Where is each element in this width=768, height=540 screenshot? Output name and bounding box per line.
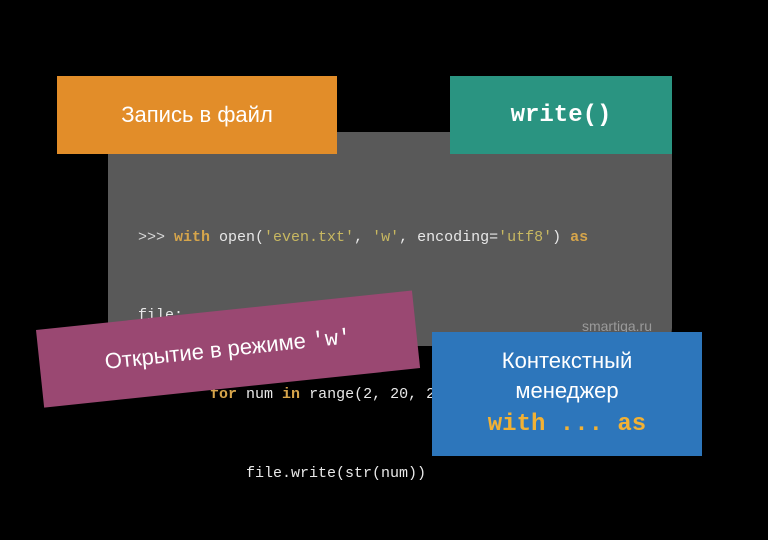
tok-write: file.write(str(num)) xyxy=(246,465,426,482)
arg-mode: 'w' xyxy=(372,229,399,246)
code-line-1: >>> with open('even.txt', 'w', encoding=… xyxy=(138,225,642,251)
tok-close: ) xyxy=(552,229,570,246)
indent xyxy=(138,465,246,482)
sep: , xyxy=(354,229,372,246)
sep: , xyxy=(372,386,390,403)
tok-open: open( xyxy=(210,229,264,246)
label-text: Открытие в режиме 'w' xyxy=(103,323,352,376)
tok: num xyxy=(237,386,282,403)
label-mono: with ... as xyxy=(488,409,646,441)
label-write-function: write() xyxy=(450,76,672,154)
kw-in: in xyxy=(282,386,300,403)
kw-with: with xyxy=(174,229,210,246)
num: 2 xyxy=(363,386,372,403)
tok-range: range( xyxy=(300,386,363,403)
label-text: write() xyxy=(511,102,612,129)
label-text: Запись в файл xyxy=(121,102,273,128)
label-context-manager: Контекстный менеджер with ... as xyxy=(432,332,702,456)
sep: , xyxy=(408,386,426,403)
num: 20 xyxy=(390,386,408,403)
prompt: >>> xyxy=(138,229,174,246)
arg-encoding: 'utf8' xyxy=(498,229,552,246)
arg-filename: 'even.txt' xyxy=(264,229,354,246)
label-mono: 'w' xyxy=(311,325,353,354)
label-write-to-file: Запись в файл xyxy=(57,76,337,154)
label-line: менеджер xyxy=(515,376,618,406)
label-line: Контекстный xyxy=(502,346,632,376)
kw-as: as xyxy=(570,229,588,246)
code-line-4: file.write(str(num)) xyxy=(138,461,642,487)
label-prefix: Открытие в режиме xyxy=(103,327,313,374)
sep: , encoding= xyxy=(399,229,498,246)
